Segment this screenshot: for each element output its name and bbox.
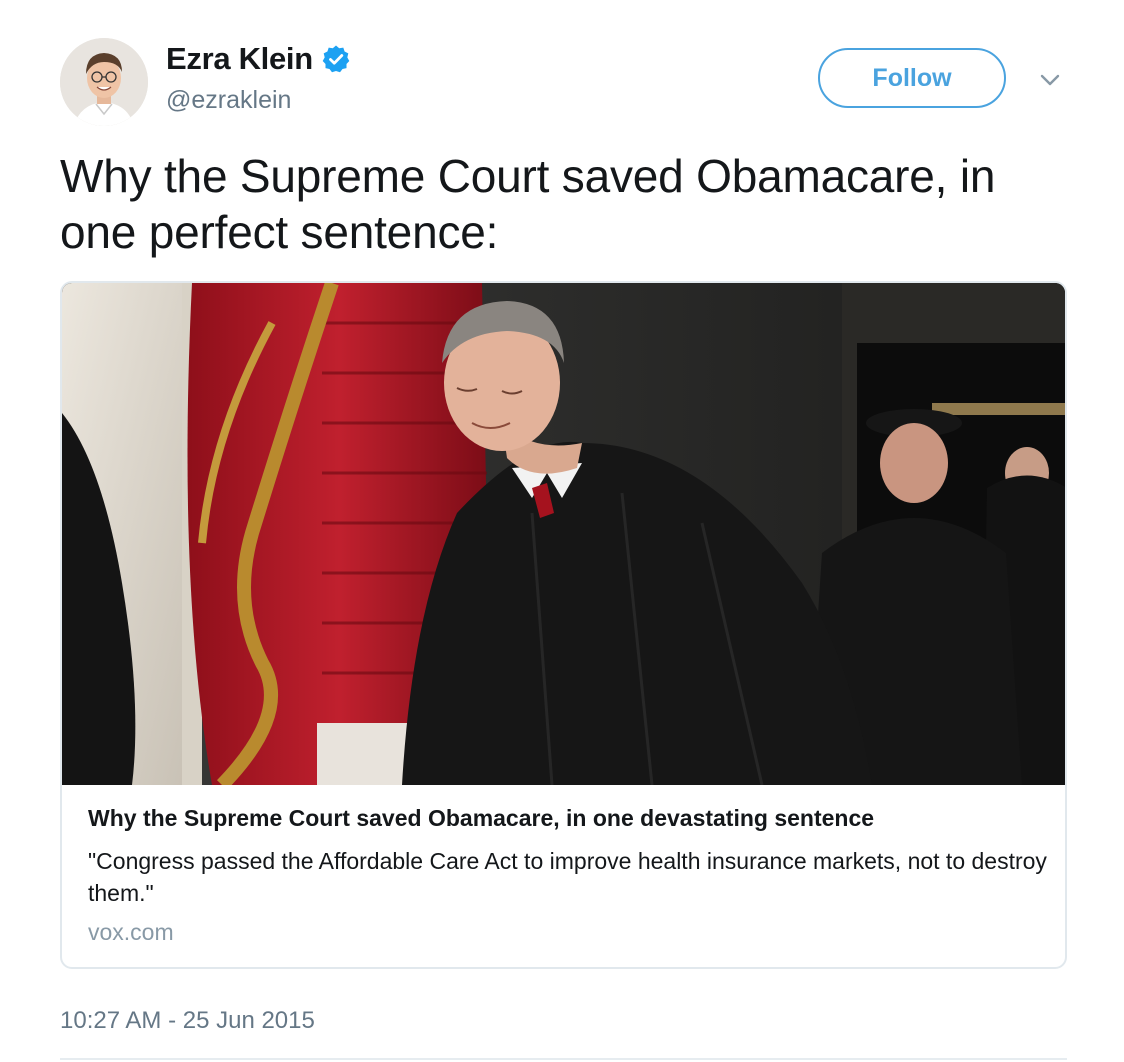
card-title[interactable]: Why the Supreme Court saved Obamacare, i… bbox=[88, 805, 874, 832]
follow-button[interactable]: Follow bbox=[818, 48, 1006, 108]
card-domain: vox.com bbox=[88, 919, 174, 945]
display-name[interactable]: Ezra Klein bbox=[166, 41, 313, 77]
user-handle[interactable]: @ezraklein bbox=[166, 86, 291, 115]
link-card[interactable]: Why the Supreme Court saved Obamacare, i… bbox=[60, 281, 1067, 969]
user-name-row[interactable]: Ezra Klein bbox=[166, 40, 351, 78]
card-description: "Congress passed the Affordable Care Act… bbox=[88, 848, 1047, 906]
chevron-down-icon[interactable] bbox=[1036, 66, 1064, 94]
user-avatar[interactable] bbox=[60, 38, 148, 126]
avatar-photo-icon bbox=[60, 38, 148, 126]
verified-badge-icon bbox=[321, 44, 351, 74]
tweet-text: Why the Supreme Court saved Obamacare, i… bbox=[60, 150, 996, 258]
card-image[interactable] bbox=[62, 283, 1065, 785]
tweet-timestamp[interactable]: 10:27 AM - 25 Jun 2015 bbox=[60, 1007, 315, 1035]
divider bbox=[60, 1058, 1067, 1060]
card-photo-icon bbox=[62, 283, 1065, 785]
tweet: Ezra Klein @ezraklein Follow Why the Sup… bbox=[0, 0, 1124, 1062]
